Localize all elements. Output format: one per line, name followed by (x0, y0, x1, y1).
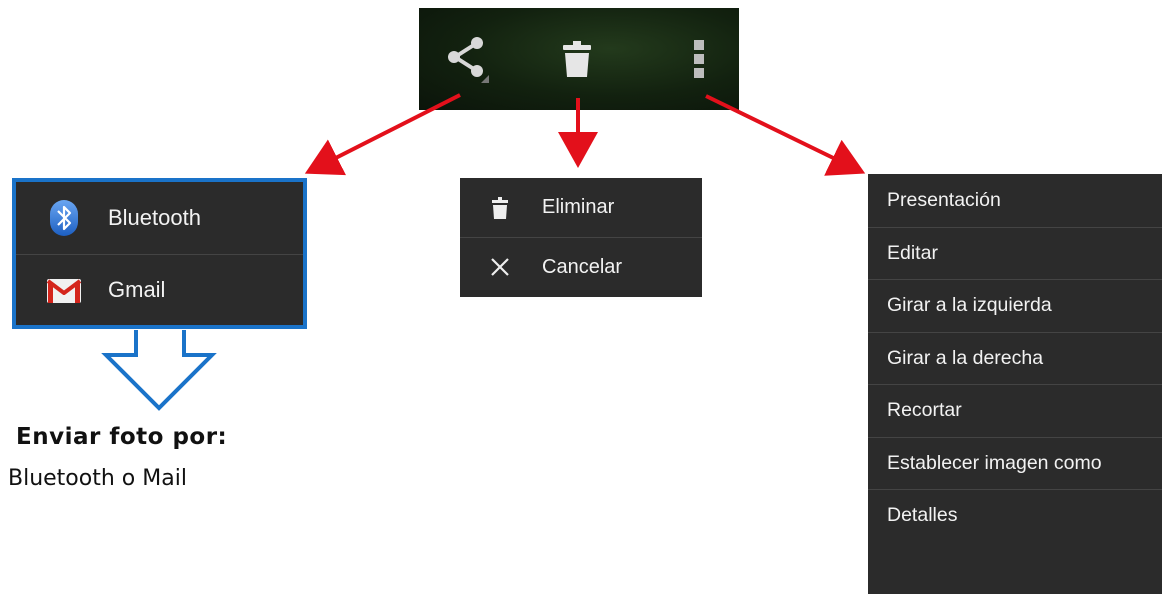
menu-item-detalles[interactable]: Detalles (868, 489, 1162, 542)
menu-item-label: Cancelar (542, 255, 623, 278)
menu-item-eliminar[interactable]: Eliminar (460, 178, 702, 237)
menu-item-girar-derecha[interactable]: Girar a la derecha (868, 331, 1162, 385)
menu-item-cancelar[interactable]: Cancelar (460, 237, 702, 296)
menu-item-label: Eliminar (542, 196, 615, 218)
menu-item-label: Presentación (887, 188, 1001, 211)
delete-menu: Eliminar Cancelar (460, 178, 702, 297)
gmail-icon (44, 270, 84, 310)
menu-item-presentacion[interactable]: Presentación (868, 174, 1162, 227)
share-icon (448, 37, 489, 83)
menu-item-girar-izquierda[interactable]: Girar a la izquierda (868, 279, 1162, 332)
menu-item-recortar[interactable]: Recortar (868, 384, 1162, 437)
share-button[interactable] (429, 8, 509, 110)
close-icon (488, 253, 512, 281)
delete-button[interactable] (537, 8, 617, 110)
menu-item-label: Recortar (887, 399, 962, 422)
down-arrow-outline (101, 330, 217, 411)
overflow-menu: Presentación Editar Girar a la izquierda… (868, 174, 1162, 594)
caption-subtitle: Bluetooth o Mail (8, 466, 187, 491)
share-menu: Bluetooth Gmail (12, 178, 307, 329)
menu-item-label: Girar a la izquierda (887, 294, 1052, 317)
menu-item-label: Establecer imagen como (887, 451, 1102, 474)
menu-item-label: Editar (887, 241, 938, 264)
share-option-bluetooth[interactable]: Bluetooth (16, 182, 303, 254)
menu-item-editar[interactable]: Editar (868, 226, 1162, 280)
share-option-label: Gmail (108, 276, 166, 302)
bluetooth-icon (44, 198, 84, 238)
menu-item-label: Detalles (887, 504, 958, 527)
menu-item-label: Girar a la derecha (887, 346, 1044, 369)
trash-icon (488, 194, 512, 222)
trash-icon (563, 41, 591, 77)
overflow-menu-icon (694, 40, 704, 78)
share-option-label: Bluetooth (108, 204, 201, 230)
caption-title: Enviar foto por: (16, 424, 228, 450)
share-option-gmail[interactable]: Gmail (16, 253, 303, 326)
menu-item-establecer-imagen[interactable]: Establecer imagen como (868, 436, 1162, 490)
action-bar (419, 8, 739, 110)
overflow-menu-button[interactable] (659, 8, 739, 110)
